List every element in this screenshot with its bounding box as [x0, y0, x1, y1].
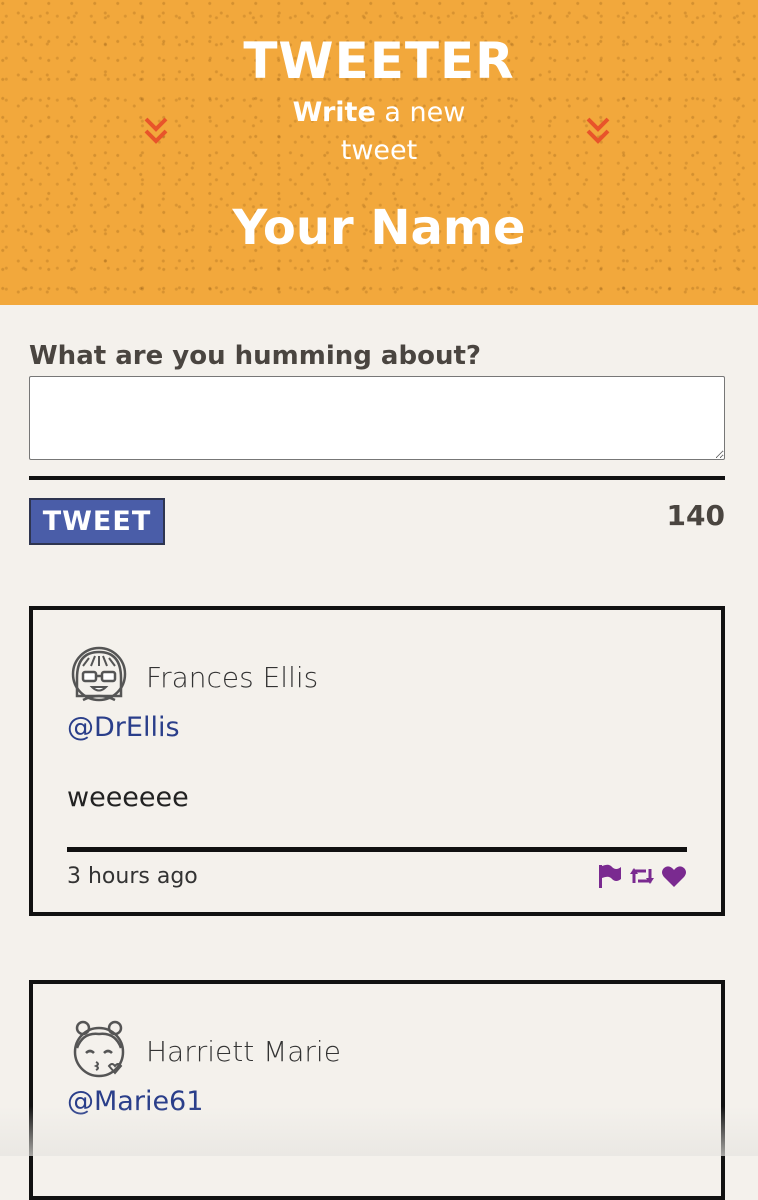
tweet-actions — [597, 862, 687, 890]
flag-icon[interactable] — [597, 863, 623, 889]
chevron-down-icon[interactable] — [583, 115, 613, 147]
compose-label: What are you humming about? — [29, 336, 725, 376]
site-logo: TWEETER — [0, 30, 758, 92]
heart-icon[interactable] — [661, 863, 687, 889]
compose-actions: TWEET 140 — [29, 498, 725, 558]
compose-form: What are you humming about? TWEET 140 — [29, 336, 725, 558]
tweet-button[interactable]: TWEET — [29, 498, 165, 545]
retweet-icon[interactable] — [629, 863, 655, 889]
divider — [67, 847, 687, 852]
user-name: Your Name — [0, 195, 758, 261]
divider — [29, 476, 725, 480]
tweet-card: Harriett Marie @Marie61 — [29, 980, 725, 1200]
tweet-input[interactable] — [29, 376, 725, 460]
author-name: Harriett Marie — [146, 1032, 341, 1072]
author-handle[interactable]: @Marie61 — [67, 1082, 203, 1122]
tweet-card: Frances Ellis @DrEllis weeeeee 3 hours a… — [29, 606, 725, 916]
compose-toggle[interactable]: Write a new tweet — [279, 94, 479, 170]
char-counter: 140 — [667, 498, 725, 534]
avatar-kiss-girl-icon — [69, 1018, 129, 1082]
site-header: TWEETER Write a new tweet Your Name — [0, 0, 758, 305]
avatar-glasses-girl-icon — [69, 644, 129, 708]
author-name: Frances Ellis — [146, 658, 318, 698]
author-handle[interactable]: @DrEllis — [67, 708, 180, 748]
tweet-timestamp: 3 hours ago — [67, 860, 198, 894]
tweet-text: weeeeee — [67, 778, 189, 818]
chevron-down-icon[interactable] — [141, 115, 171, 147]
compose-toggle-strong: Write — [293, 97, 376, 128]
